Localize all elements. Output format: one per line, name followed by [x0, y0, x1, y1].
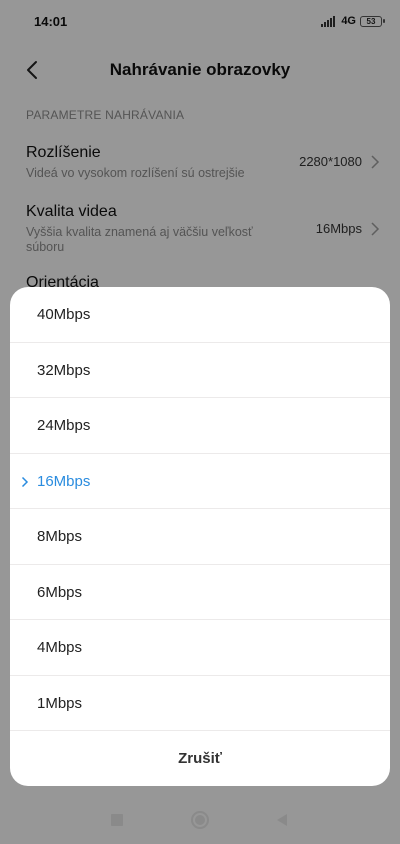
- nav-bar: [0, 796, 400, 844]
- back-nav-button[interactable]: [272, 810, 292, 830]
- option-item[interactable]: 1Mbps: [10, 676, 390, 731]
- quality-picker-sheet: 40Mbps 32Mbps 24Mbps 16Mbps 8Mbps 6Mbps: [10, 287, 390, 786]
- option-item[interactable]: 32Mbps: [10, 343, 390, 398]
- option-label: 1Mbps: [37, 694, 83, 712]
- option-label: 40Mbps: [37, 306, 91, 323]
- option-item-selected[interactable]: 16Mbps: [10, 454, 390, 509]
- home-circle-icon: [191, 811, 209, 829]
- option-item[interactable]: 4Mbps: [10, 620, 390, 676]
- option-label: 32Mbps: [37, 361, 91, 379]
- back-triangle-icon: [277, 814, 287, 826]
- option-item[interactable]: 8Mbps: [10, 509, 390, 565]
- option-item[interactable]: 6Mbps: [10, 565, 390, 620]
- home-button[interactable]: [190, 810, 210, 830]
- option-item[interactable]: 40Mbps: [10, 287, 390, 343]
- screen: 14:01 4G 53 Nahrávanie obrazovky PARAMET…: [0, 0, 400, 844]
- option-item[interactable]: 24Mbps: [10, 398, 390, 454]
- option-label: 16Mbps: [37, 472, 91, 490]
- option-label: 8Mbps: [37, 528, 83, 545]
- recents-square-icon: [111, 814, 123, 826]
- option-label: 4Mbps: [37, 639, 83, 656]
- recents-button[interactable]: [107, 810, 127, 830]
- option-label: 24Mbps: [37, 417, 91, 434]
- option-list: 40Mbps 32Mbps 24Mbps 16Mbps 8Mbps 6Mbps: [10, 287, 390, 731]
- chevron-right-icon: [21, 476, 29, 487]
- option-label: 6Mbps: [37, 583, 83, 601]
- cancel-button[interactable]: Zrušiť: [10, 731, 390, 786]
